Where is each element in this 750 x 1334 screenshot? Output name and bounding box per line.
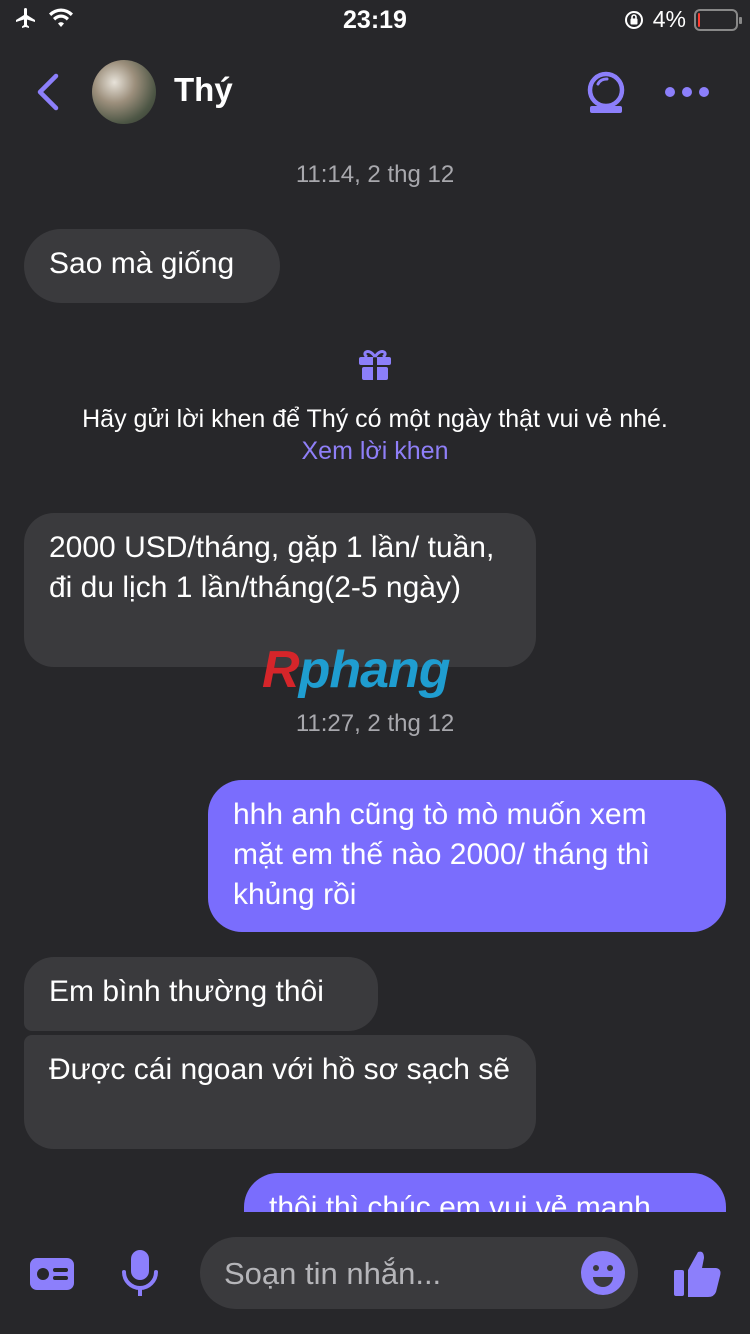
battery-level-fill xyxy=(698,12,700,27)
timestamp: 11:14, 2 thg 12 xyxy=(295,161,455,188)
camera-icon[interactable] xyxy=(582,70,630,116)
compliment-prompt: Hãy gửi lời khen để Thý có một ngày thật… xyxy=(82,405,668,433)
timestamp: 11:27, 2 thg 12 xyxy=(295,710,455,737)
watermark-logo: Rphang xyxy=(262,641,451,699)
contact-name[interactable]: Thý xyxy=(174,71,233,109)
chat-header: Thý xyxy=(0,40,750,145)
composer-bar xyxy=(0,1212,750,1334)
battery-percent: 4% xyxy=(652,6,686,32)
orientation-lock-icon xyxy=(624,10,643,29)
battery-icon xyxy=(694,8,742,31)
status-right: 4% xyxy=(623,6,742,33)
status-bar: 23:19 4% xyxy=(0,0,750,40)
avatar[interactable] xyxy=(92,60,156,124)
back-chevron-icon[interactable] xyxy=(28,70,68,114)
outgoing-message[interactable]: hhh anh cũng tò mò muốn xem mặt em thế n… xyxy=(208,780,726,932)
more-icon[interactable] xyxy=(662,80,712,104)
incoming-message[interactable]: Em bình thường thôi xyxy=(24,957,378,1031)
view-compliments-link[interactable]: Xem lời khen xyxy=(0,437,750,466)
gift-icon xyxy=(359,350,391,380)
like-thumb-icon[interactable] xyxy=(672,1248,724,1300)
incoming-message[interactable]: Sao mà giống xyxy=(24,229,280,303)
outgoing-message[interactable]: thôi thì chúc em vui vẻ mạnh xyxy=(244,1173,726,1212)
contact-card-icon[interactable] xyxy=(28,1254,76,1294)
incoming-message[interactable]: Được cái ngoan với hồ sơ sạch sẽ xyxy=(24,1035,536,1149)
message-composer[interactable] xyxy=(200,1237,638,1311)
microphone-icon[interactable] xyxy=(120,1248,160,1298)
emoji-icon[interactable] xyxy=(580,1250,626,1296)
message-input[interactable] xyxy=(222,1237,566,1311)
message-list[interactable]: 11:14, 2 thg 12 Sao mà giống Hãy gửi lời… xyxy=(0,145,750,1212)
